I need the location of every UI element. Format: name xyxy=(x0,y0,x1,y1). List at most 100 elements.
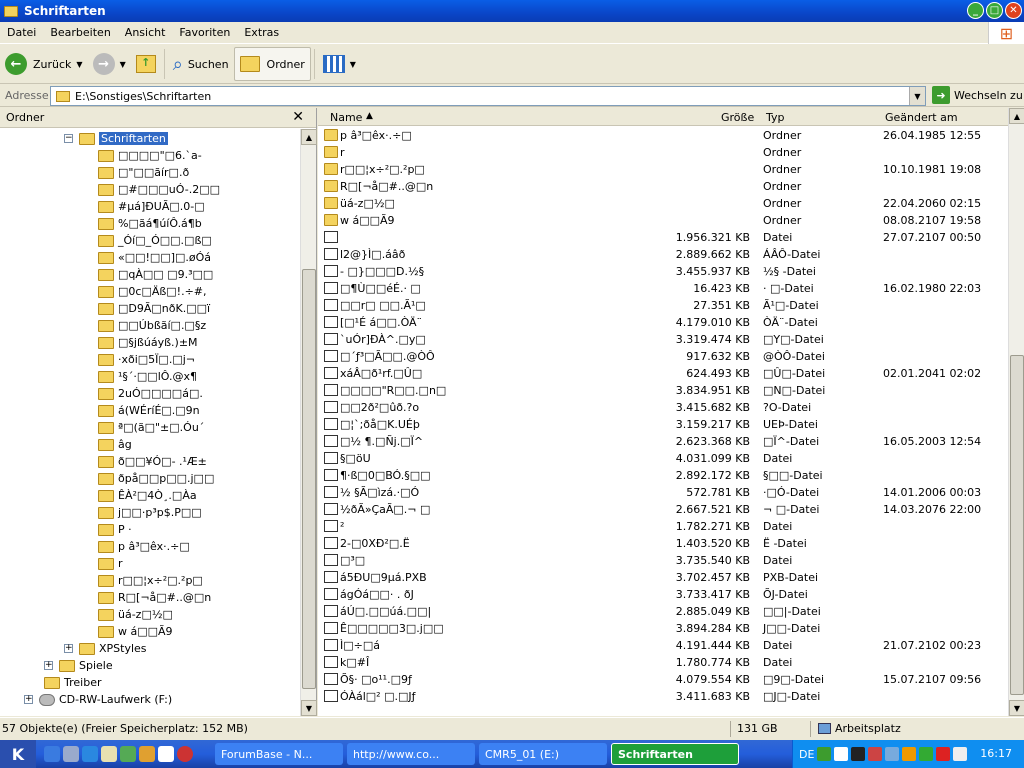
chevron-down-icon[interactable]: ▼ xyxy=(350,60,356,69)
panda-icon[interactable] xyxy=(158,746,174,762)
task-browser[interactable]: http://www.co... xyxy=(347,743,475,765)
file-row[interactable]: □□□□"R□□.□n□ 3.834.951 KB □N□-Datei xyxy=(318,382,1008,399)
back-button[interactable]: ← Zurück ▼ xyxy=(0,47,88,81)
expand-icon[interactable]: + xyxy=(44,661,53,670)
language-indicator[interactable]: DE xyxy=(799,748,814,761)
tree-item[interactable]: Treiber xyxy=(44,674,101,691)
go-button[interactable]: ➜ Wechseln zu xyxy=(932,86,1023,104)
app-icon[interactable] xyxy=(120,746,136,762)
file-row[interactable]: □¶Ù□□éÉ.· □ 16.423 KB · □-Datei 16.02.1980 … xyxy=(318,280,1008,297)
tree-item[interactable]: + CD-RW-Laufwerk (F:) xyxy=(24,691,172,708)
tree-item[interactable]: ð□□¥Ó□- .¹Æ± xyxy=(98,453,207,470)
tree-item[interactable]: ðpå□□p□□.j□□ xyxy=(98,470,214,487)
tree-item[interactable]: r xyxy=(98,555,123,572)
task-cmr5[interactable]: CMR5_01 (E:) xyxy=(479,743,607,765)
scroll-down-icon[interactable]: ▼ xyxy=(301,700,317,716)
file-row[interactable]: w á□□Ã9 Ordner 08.08.2107 19:58 xyxy=(318,212,1008,229)
close-button[interactable]: ✕ xyxy=(1005,2,1022,19)
file-row[interactable]: `uÓr]ÐÀ^.□y□ 3.319.474 KB □Y□-Datei xyxy=(318,331,1008,348)
task-schriftarten[interactable]: Schriftarten xyxy=(611,743,739,765)
file-row[interactable]: [□¹É á□□.ÒÄ¨ 4.179.010 KB ÒÄ¨-Datei xyxy=(318,314,1008,331)
file-row[interactable]: üá-z□½□ Ordner 22.04.2060 02:15 xyxy=(318,195,1008,212)
file-row[interactable]: - □}□□□D.½§ 3.455.937 KB ½§ -Datei xyxy=(318,263,1008,280)
file-row[interactable]: ágÓá□□· . ðJ 3.733.417 KB ÕJ-Datei xyxy=(318,586,1008,603)
file-row[interactable]: Õ§· □o¹¹.□9ƒ 4.079.554 KB □9□-Datei 15.07.2… xyxy=(318,671,1008,688)
tree-item[interactable]: ª□(ã□"±□.Óu´ xyxy=(98,419,204,436)
app-icon[interactable] xyxy=(139,746,155,762)
search-button[interactable]: ⌕ Suchen xyxy=(168,47,234,81)
scroll-down-icon[interactable]: ▼ xyxy=(1009,700,1024,716)
app-icon[interactable] xyxy=(44,746,60,762)
menu-ansicht[interactable]: Ansicht xyxy=(118,26,173,39)
file-row[interactable]: á5ÐU□9µá.PXB 3.702.457 KB PXB-Datei xyxy=(318,569,1008,586)
tree-item[interactable]: + Spiele xyxy=(44,657,113,674)
tray-icon[interactable] xyxy=(936,747,951,761)
minimize-button[interactable]: _ xyxy=(967,2,984,19)
tray-icon[interactable] xyxy=(902,747,917,761)
file-row[interactable]: áÚ□.□□úá.□□| 2.885.049 KB □□|-Datei xyxy=(318,603,1008,620)
expand-icon[interactable]: + xyxy=(64,644,73,653)
tree-item[interactable]: + XPStyles xyxy=(64,640,147,657)
tree-item[interactable]: r□□¦x÷²□.²p□ xyxy=(98,572,203,589)
tree-item[interactable]: □qÀ□□ □9.³□□ xyxy=(98,266,213,283)
file-row[interactable]: Ê□□□□□3□.j□□ 3.894.284 KB J□□-Datei xyxy=(318,620,1008,637)
tray-icon[interactable] xyxy=(919,747,934,761)
app-icon[interactable] xyxy=(63,746,79,762)
tray-icon[interactable] xyxy=(868,747,883,761)
file-row[interactable]: ² 1.782.271 KB Datei xyxy=(318,518,1008,535)
col-size[interactable]: Größe xyxy=(721,111,754,124)
scroll-thumb[interactable] xyxy=(302,269,316,689)
tray-icon[interactable] xyxy=(817,747,832,761)
menu-bearbeiten[interactable]: Bearbeiten xyxy=(43,26,117,39)
tree-item[interactable]: w á□□Ã9 xyxy=(98,623,173,640)
chevron-down-icon[interactable]: ▼ xyxy=(120,60,126,69)
file-row[interactable]: p â³□êx·.÷□ Ordner 26.04.1985 12:55 xyxy=(318,127,1008,144)
file-row[interactable]: ½ §Ã□ìzá.·□Ó 572.781 KB ·□Ó-Datei 14.01.200… xyxy=(318,484,1008,501)
col-modified[interactable]: Geändert am xyxy=(885,111,958,124)
file-row[interactable]: k□#Î 1.780.774 KB Datei xyxy=(318,654,1008,671)
scroll-up-icon[interactable]: ▲ xyxy=(301,129,317,145)
tree-item[interactable]: P · xyxy=(98,521,132,538)
tree-item[interactable]: üá-z□½□ xyxy=(98,606,173,623)
tray-icon[interactable] xyxy=(834,747,849,761)
file-row[interactable]: 1.956.321 KB Datei 27.07.2107 00:50 xyxy=(318,229,1008,246)
app-icon[interactable] xyxy=(101,746,117,762)
file-row[interactable]: □½ ¶.□Ñj.□Ï^ 2.623.368 KB □Ï^-Datei 16.05.2… xyxy=(318,433,1008,450)
tree-item[interactable]: □□□□"□6.`a- xyxy=(98,147,202,164)
start-button[interactable]: K xyxy=(0,740,36,768)
file-row[interactable]: 2-□0XÐ²□.Ë 1.403.520 KB Ë -Datei xyxy=(318,535,1008,552)
tree-item[interactable]: «□□!□□]□.øÓá xyxy=(98,249,211,266)
folders-button[interactable]: Ordner xyxy=(233,47,311,81)
file-row[interactable]: ÓÀál□² □.□Jƒ 3.411.683 KB □J□-Datei xyxy=(318,688,1008,705)
file-row[interactable]: r□□¦x÷²□.²p□ Ordner 10.10.1981 19:08 xyxy=(318,161,1008,178)
tree-item[interactable]: ·xði□5Ï□.□j¬ xyxy=(98,351,195,368)
views-button[interactable]: ▼ xyxy=(318,47,361,81)
scroll-thumb[interactable] xyxy=(1010,355,1024,695)
scroll-up-icon[interactable]: ▲ xyxy=(1009,108,1024,124)
list-scrollbar[interactable]: ▲ ▼ xyxy=(1008,108,1024,716)
menu-favoriten[interactable]: Favoriten xyxy=(172,26,237,39)
tree-item[interactable]: □D9Ã□nðK.□□ï xyxy=(98,300,210,317)
tree-item[interactable]: p â³□êx·.÷□ xyxy=(98,538,190,555)
maximize-button[interactable]: □ xyxy=(986,2,1003,19)
menu-datei[interactable]: Datei xyxy=(0,26,43,39)
tree-item[interactable]: □#□□□uÓ-.2□□ xyxy=(98,181,220,198)
file-row[interactable]: §□öU 4.031.099 KB Datei xyxy=(318,450,1008,467)
tray-icon[interactable] xyxy=(953,747,968,761)
file-row[interactable]: Ì□÷□á 4.191.444 KB Datei 21.07.2102 00:23 xyxy=(318,637,1008,654)
tree-item[interactable]: #µá]ÐUÃ□.0-□ xyxy=(98,198,205,215)
file-row[interactable]: xáÂ□ð¹rf.□Û□ 624.493 KB □Û□-Datei 02.01.204… xyxy=(318,365,1008,382)
file-row[interactable]: □³□ 3.735.540 KB Datei xyxy=(318,552,1008,569)
tray-icon[interactable] xyxy=(851,747,866,761)
close-pane-icon[interactable]: ✕ xyxy=(292,109,304,125)
address-dropdown-icon[interactable]: ▼ xyxy=(909,87,925,105)
file-row[interactable]: r Ordner xyxy=(318,144,1008,161)
expand-icon[interactable]: + xyxy=(24,695,33,704)
col-name[interactable]: Name xyxy=(330,111,362,124)
col-type[interactable]: Typ xyxy=(766,111,785,124)
tray-icon[interactable] xyxy=(885,747,900,761)
tree-item[interactable]: □§jßúáyß.)±M xyxy=(98,334,198,351)
tree-item[interactable]: %□ãá¶úíÔ.á¶b xyxy=(98,215,202,232)
tree-item[interactable]: á(WÉríÉ□.□9n xyxy=(98,402,200,419)
file-row[interactable]: □¦`;ðå□K.UÉþ 3.159.217 KB UEÞ-Datei xyxy=(318,416,1008,433)
